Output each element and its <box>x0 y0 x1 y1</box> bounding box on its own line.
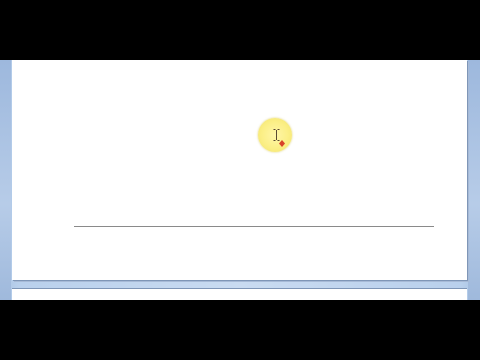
document-workspace[interactable] <box>0 60 480 300</box>
letterbox-bottom <box>0 300 480 360</box>
letterbox-top <box>0 0 480 60</box>
right-margin-strip <box>468 60 480 300</box>
left-margin-strip <box>0 60 11 300</box>
next-document-page[interactable] <box>12 289 467 300</box>
document-page[interactable] <box>12 60 467 280</box>
click-marker-icon <box>279 134 285 147</box>
horizontal-rule <box>74 226 434 227</box>
